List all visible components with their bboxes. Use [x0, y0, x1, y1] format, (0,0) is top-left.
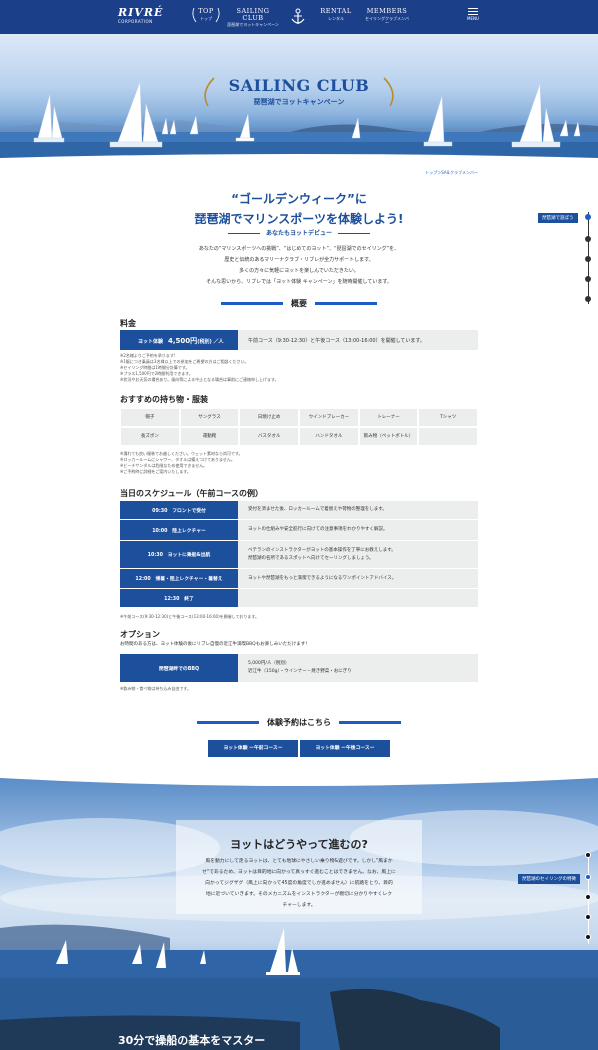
option-heading: オプション [120, 630, 160, 639]
hero-title-block: SAILING CLUB 琵琶湖でヨットキャンペーン [0, 76, 598, 107]
nav-rental[interactable]: RENTAL レンタル [318, 8, 354, 21]
side-nav-dot[interactable] [585, 256, 591, 262]
item-cell: バスタオル [239, 427, 300, 446]
schedule-row: 12:00 帰着・陸上レクチャー・着替え ヨットや琵琶湖をもっと満喫できるように… [120, 569, 478, 589]
side-nav-dot[interactable] [585, 852, 591, 858]
laurel-icon [192, 7, 220, 23]
feature-text: 風を動力にして走るヨットは、とても地球にやさしい乗り物&遊びです。しかし"風まか… [202, 859, 396, 908]
lake-sky-image [0, 778, 598, 1050]
price-detail: 午前コース（9:30-12:30）と午後コース（13:00-16:00）を開催し… [248, 338, 425, 344]
side-nav-label-bottom[interactable]: 琵琶湖のセイリングの特徴 [518, 874, 580, 884]
schedule-row: 09:30 フロントで受付 受付を済ませた後、ロッカールームで着替えや荷物の整理… [120, 501, 478, 520]
item-cell: 長ズボン [120, 427, 180, 446]
hamburger-icon [468, 8, 478, 15]
hero-subtitle: 琵琶湖でヨットキャンペーン [253, 98, 345, 106]
breadcrumb[interactable]: トップ＞SAILクラブメンバー [425, 170, 478, 176]
schedule-table: 09:30 フロントで受付 受付を済ませた後、ロッカールームで着替えや荷物の整理… [120, 501, 478, 608]
price-row: ヨット体験 4,500円(税別) ／人 午前コース（9:30-12:30）と午後… [120, 330, 478, 350]
price-heading: 料金 [120, 319, 136, 328]
reserve-afternoon-button[interactable]: ヨット体験 ー午後コースー [300, 740, 390, 757]
price-label: ヨット体験 4,500円(税別) ／人 [120, 330, 238, 350]
items-heading: おすすめの持ち物・服装 [120, 395, 208, 404]
items-notes: ※濡れても良い服装でお越しください。ウェット素材なら尚可です。 ※ロッカールーム… [120, 451, 243, 474]
nav-sailing-club[interactable]: SAILING CLUB 琵琶湖でヨットキャンペーン [226, 8, 280, 27]
items-grid: 帽子 サングラス 日焼け止め ウインドブレーカー トレーナー Tシャツ 長ズボン… [120, 408, 479, 446]
nav-top[interactable]: TOP トップ [192, 7, 220, 23]
schedule-row: 10:00 陸上レクチャー ヨットの仕組みや安全航行に向けての注意事項をわかりや… [120, 520, 478, 541]
schedule-heading: 当日のスケジュール（午前コースの例） [120, 489, 264, 498]
item-cell: 帽子 [120, 408, 180, 427]
menu-button[interactable]: MENU [462, 8, 484, 21]
item-cell: 飲み物（ペットボトル） [358, 427, 419, 446]
side-nav-dot[interactable] [585, 914, 591, 920]
item-cell: ハンドタオル [299, 427, 359, 446]
option-intro: お時間のある方は、ヨット体験の後にリブレ自慢の近江牛満喫BBQもお楽しみいただけ… [120, 642, 310, 647]
hero-banner: SAILING CLUB 琵琶湖でヨットキャンペーン [0, 34, 598, 166]
option-note: ※飲み物・食べ物は持ち込み自由です。 [120, 686, 191, 691]
item-cell: サングラス [179, 408, 240, 427]
intro-text: あなたの“マリンスポーツへの挑戦”、“はじめてのヨット”、“琵琶湖でのセイリング… [198, 246, 400, 285]
nav-members[interactable]: MEMBERS セイリングクラブメンバー [364, 8, 410, 25]
debut-subheading: あなたもヨットデビュー [0, 228, 598, 237]
schedule-row: 10:30 ヨットに乗船&出航 ベテランのインストラクターがヨットの基本操作を丁… [120, 541, 478, 569]
schedule-row: 12:30 終了 [120, 589, 478, 608]
hero-title: SAILING CLUB [228, 76, 370, 95]
item-cell: Tシャツ [418, 408, 479, 427]
schedule-note: ※午前コース(9:30-12:30)と午後コース(13:00-16:00)を開催… [120, 614, 260, 619]
price-notes: ※2名様よりご予約を承ります! ※1艇につき乗員は3名様以上での参加をご希望の方… [120, 353, 279, 382]
item-cell [418, 427, 479, 446]
side-nav-dot[interactable] [585, 934, 591, 940]
item-cell: 運動靴 [179, 427, 240, 446]
item-cell: 日焼け止め [239, 408, 300, 427]
site-header: RIVRÉ CORPORATION TOP トップ SAILING CLUB 琵… [0, 0, 598, 34]
overview-heading: 概要 [0, 298, 598, 309]
reserve-heading: 体験予約はこちら [0, 717, 598, 728]
item-cell: トレーナー [358, 408, 419, 427]
option-row: 琵琶湖畔でのBBQ 5,000円/人（税別） 近江牛（150g）・ウインナー・焼き… [120, 654, 478, 682]
side-nav-dot[interactable] [585, 894, 591, 900]
side-nav-dot[interactable] [585, 874, 591, 880]
feature-title: ヨットはどうやって進むの? [230, 838, 368, 851]
bottom-heading: 30分で操船の基本をマスター [118, 1034, 266, 1047]
item-cell: ウインドブレーカー [299, 408, 359, 427]
logo[interactable]: RIVRÉ CORPORATION [118, 7, 163, 24]
feature-background [0, 778, 598, 1050]
intro-title: “ゴールデンウィーク”に 琵琶湖でマリンスポーツを体験しよう! [194, 192, 404, 226]
reserve-morning-button[interactable]: ヨット体験 ー午前コースー [208, 740, 298, 757]
side-nav-dot[interactable] [585, 276, 591, 282]
anchor-icon [291, 8, 305, 24]
